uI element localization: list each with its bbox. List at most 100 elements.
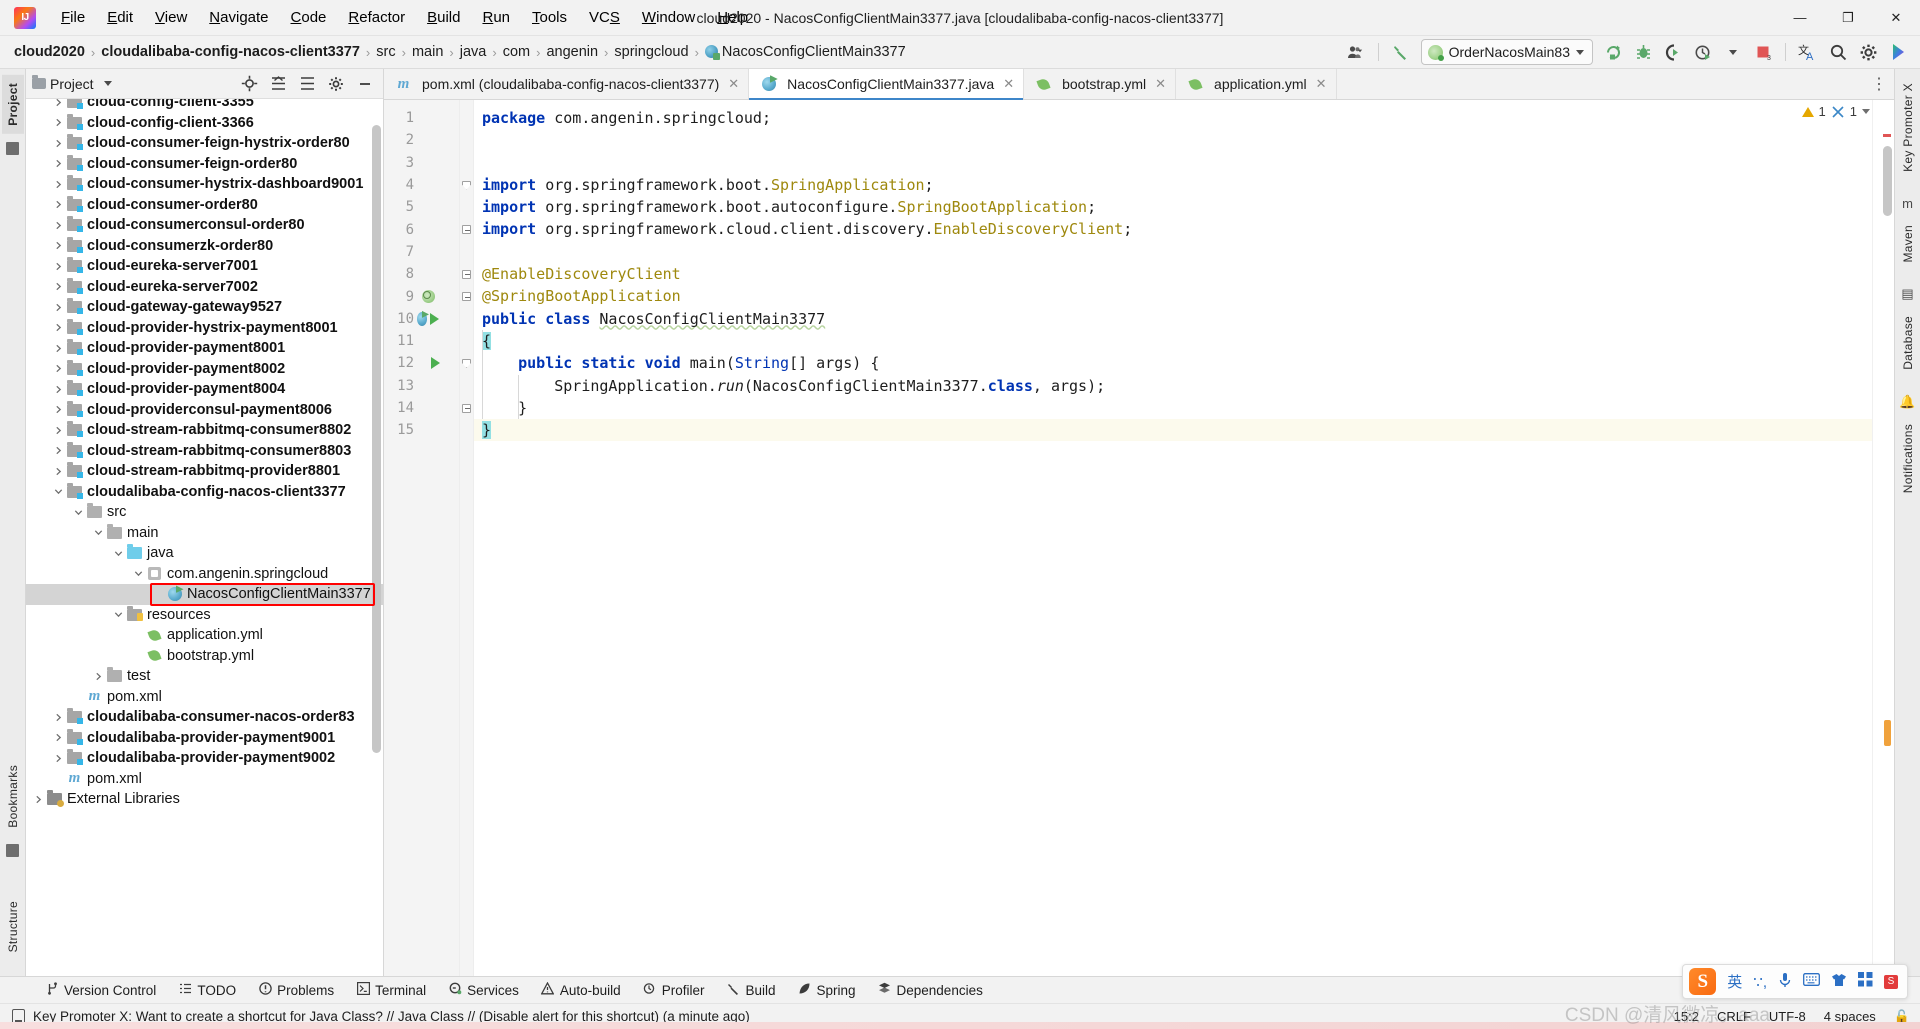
debug-icon[interactable]	[1629, 39, 1657, 65]
gutter-marker[interactable]	[417, 357, 440, 370]
tool-window-button-version-control[interactable]: Version Control	[34, 980, 167, 1000]
breadcrumb-item-6[interactable]: angenin	[542, 42, 602, 62]
chevron-right-icon[interactable]	[90, 672, 106, 681]
tree-node[interactable]: cloudalibaba-consumer-nacos-order83	[26, 707, 383, 728]
tree-node[interactable]: test	[26, 666, 383, 687]
search-everywhere-icon[interactable]	[1824, 39, 1852, 65]
tree-node-selected[interactable]: NacosConfigClientMain3377	[26, 584, 383, 605]
fold-region[interactable]	[460, 152, 473, 174]
tree-node[interactable]: cloud-provider-payment8004	[26, 379, 383, 400]
close-icon[interactable]: ✕	[1316, 76, 1327, 92]
project-tree-scrollbar[interactable]	[372, 99, 381, 976]
tree-node[interactable]: main	[26, 523, 383, 544]
editor-tab-overflow[interactable]: ⋮	[1871, 69, 1894, 99]
ime-language-icon[interactable]: 英	[1727, 971, 1742, 992]
menu-view[interactable]: View	[144, 6, 198, 29]
ime-punctuation-icon[interactable]: ∵,	[1753, 973, 1767, 991]
gutter-line[interactable]: 2	[384, 129, 459, 151]
tree-node[interactable]: resources	[26, 605, 383, 626]
menu-edit[interactable]: Edit	[96, 6, 144, 29]
close-icon[interactable]: ✕	[728, 76, 739, 92]
tree-node[interactable]: cloud-stream-rabbitmq-provider8801	[26, 461, 383, 482]
menu-help[interactable]: Help	[706, 6, 759, 29]
chevron-down-icon[interactable]	[50, 487, 66, 496]
chevron-right-icon[interactable]	[50, 733, 66, 742]
tool-window-button-services[interactable]: Services	[437, 980, 530, 1000]
chevron-right-icon[interactable]	[50, 99, 66, 107]
code-line[interactable]: public class NacosConfigClientMain3377	[482, 308, 1872, 330]
gutter-line[interactable]: 9	[384, 285, 459, 307]
chevron-right-icon[interactable]	[50, 713, 66, 722]
fold-region[interactable]	[460, 397, 473, 419]
project-tree[interactable]: cloud-config-client-3355 cloud-config-cli…	[26, 99, 383, 976]
sogou-logo-icon[interactable]: S	[1689, 968, 1717, 995]
tree-node[interactable]: External Libraries	[26, 789, 383, 810]
breadcrumb-item-1[interactable]: cloudalibaba-config-nacos-client3377	[97, 42, 364, 62]
gutter-line[interactable]: 6	[384, 218, 459, 240]
editor-marker-stripe[interactable]	[1872, 100, 1894, 976]
tree-node[interactable]: src	[26, 502, 383, 523]
tree-node[interactable]: cloud-eureka-server7002	[26, 277, 383, 298]
tree-node[interactable]: application.yml	[26, 625, 383, 646]
menu-build[interactable]: Build	[416, 6, 471, 29]
gutter-line[interactable]: 1	[384, 107, 459, 129]
maximize-button[interactable]: ❐	[1824, 0, 1872, 36]
tree-node[interactable]: cloud-consumer-order80	[26, 195, 383, 216]
chevron-right-icon[interactable]	[50, 241, 66, 250]
tree-node[interactable]: cloud-eureka-server7001	[26, 256, 383, 277]
chevron-right-icon[interactable]	[50, 282, 66, 291]
translate-icon[interactable]: 文A	[1794, 39, 1822, 65]
chevron-right-icon[interactable]	[50, 139, 66, 148]
tree-node[interactable]: m pom.xml	[26, 687, 383, 708]
editor-tab-active[interactable]: NacosConfigClientMain3377.java ✕	[749, 69, 1025, 100]
shirt-icon[interactable]	[1831, 973, 1847, 991]
hide-panel-icon[interactable]	[351, 71, 379, 97]
close-icon[interactable]: ✕	[1003, 76, 1014, 92]
tool-window-button-spring[interactable]: Spring	[786, 980, 866, 1000]
breadcrumb-item-3[interactable]: main	[408, 42, 447, 62]
gutter-line[interactable]: 10	[384, 308, 459, 330]
fold-region[interactable]	[460, 218, 473, 240]
breadcrumb-item-2[interactable]: src	[372, 42, 399, 62]
fold-region[interactable]	[460, 330, 473, 352]
chevron-right-icon[interactable]	[50, 323, 66, 332]
chevron-right-icon[interactable]	[50, 344, 66, 353]
gutter-line[interactable]: 8	[384, 263, 459, 285]
rail-tab-bookmarks[interactable]: Bookmarks	[2, 757, 24, 836]
fold-marker-icon[interactable]	[462, 180, 471, 190]
editor-gutter[interactable]: 1 2 3 4 5 6 7 8 9 10 11 12 13 14 15	[384, 100, 460, 976]
rail-tab-project[interactable]: Project	[1, 75, 24, 134]
chevron-right-icon[interactable]	[50, 385, 66, 394]
tree-node[interactable]: cloud-consumer-feign-hystrix-order80	[26, 133, 383, 154]
profiler-dropdown-icon[interactable]	[1719, 39, 1747, 65]
tree-node[interactable]: cloud-gateway-gateway9527	[26, 297, 383, 318]
menu-run[interactable]: Run	[471, 6, 521, 29]
spring-class-icon[interactable]	[417, 311, 427, 326]
minimize-button[interactable]: —	[1776, 0, 1824, 36]
code-line[interactable]: public static void main(String[] args) {	[482, 352, 1872, 374]
rail-tab-key-promoter[interactable]: Key Promoter X	[1897, 75, 1919, 180]
tool-window-button-terminal[interactable]: Terminal	[345, 980, 437, 1000]
stop-icon[interactable]: 3	[1749, 39, 1777, 65]
user-settings-icon[interactable]	[1342, 39, 1370, 65]
editor-tab[interactable]: application.yml ✕	[1176, 69, 1337, 99]
menu-tools[interactable]: Tools	[521, 6, 578, 29]
chevron-right-icon[interactable]	[50, 426, 66, 435]
chevron-right-icon[interactable]	[50, 159, 66, 168]
collapse-all-icon[interactable]	[264, 71, 292, 97]
fold-region[interactable]	[460, 352, 473, 374]
rail-tab-structure[interactable]: Structure	[2, 893, 24, 960]
code-line[interactable]: {	[482, 330, 1872, 352]
inspection-widget[interactable]: 1 1	[1801, 104, 1870, 119]
gutter-marker[interactable]	[417, 290, 439, 304]
gutter-line[interactable]: 4	[384, 174, 459, 196]
run-icon[interactable]	[430, 357, 440, 370]
tree-node[interactable]: m pom.xml	[26, 769, 383, 790]
tree-node[interactable]: cloudalibaba-provider-payment9002	[26, 748, 383, 769]
apps-grid-icon[interactable]	[1858, 972, 1873, 991]
chevron-down-icon[interactable]	[1862, 109, 1870, 114]
project-tree-scroll-thumb[interactable]	[372, 125, 381, 753]
tree-node[interactable]: com.angenin.springcloud	[26, 564, 383, 585]
code-line[interactable]: import org.springframework.boot.autoconf…	[482, 196, 1872, 218]
fold-region[interactable]	[460, 285, 473, 307]
